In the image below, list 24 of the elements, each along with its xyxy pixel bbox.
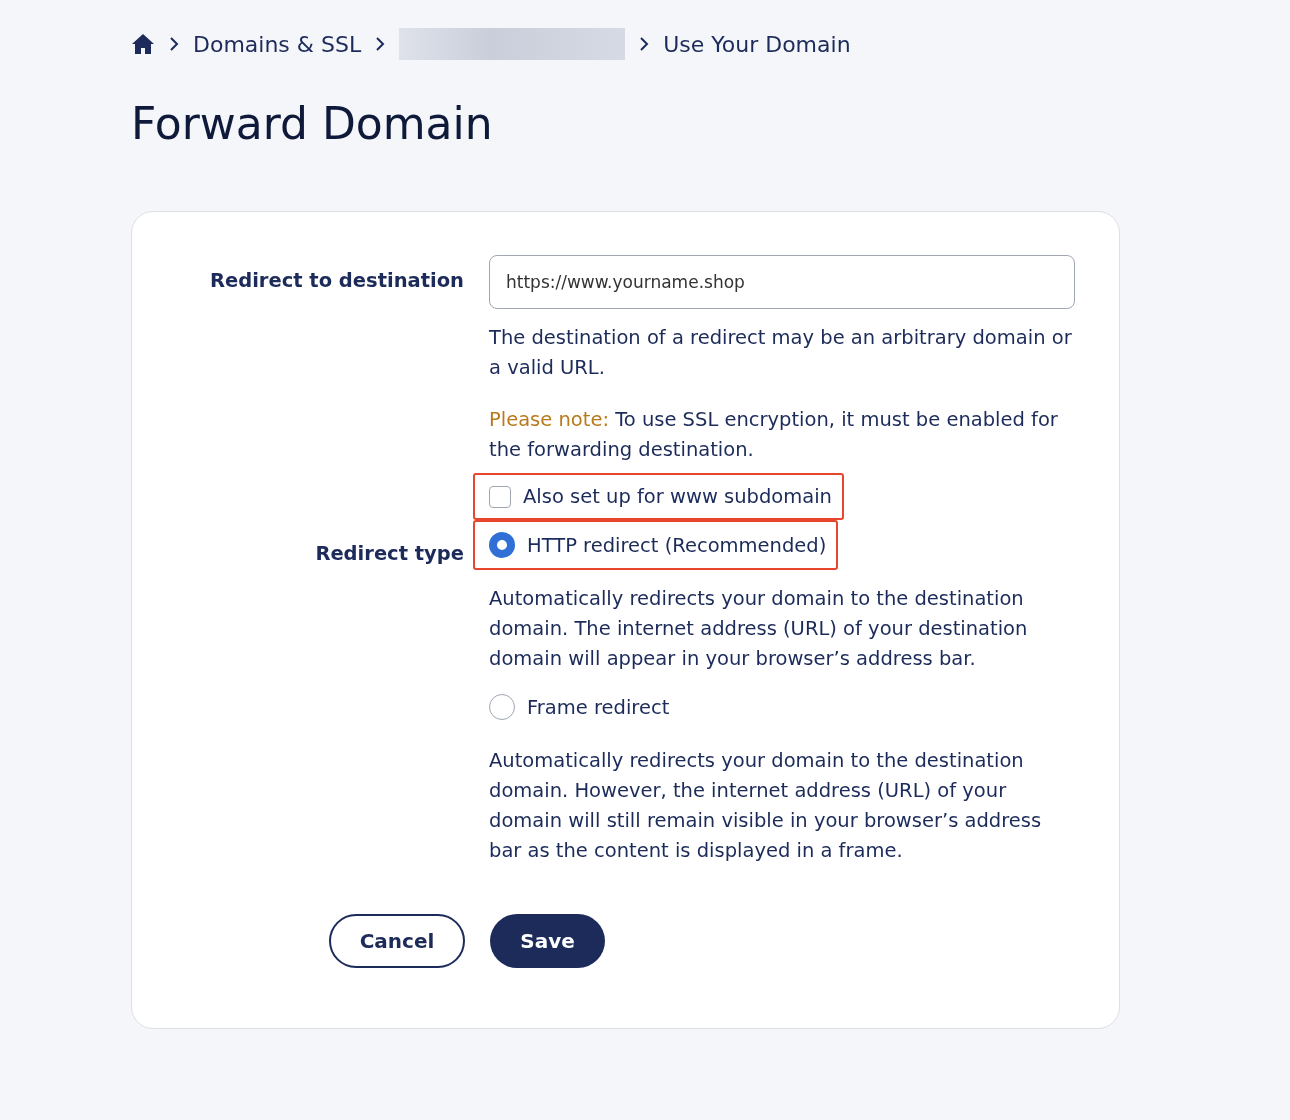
chevron-icon: [375, 36, 386, 52]
chevron-icon: [169, 36, 179, 52]
radio-label: HTTP redirect (Recommended): [527, 533, 827, 557]
checkbox-label: Also set up for www subdomain: [523, 485, 832, 508]
field-label: Redirect type: [314, 541, 464, 567]
checkbox-row[interactable]: Also set up for www subdomain: [473, 473, 844, 520]
save-button[interactable]: Save: [490, 914, 605, 968]
breadcrumb-link[interactable]: Domains & SSL: [193, 31, 362, 57]
page-title: Forward Domain: [131, 98, 494, 149]
field-label: Redirect to destination: [208, 268, 464, 294]
radio-row[interactable]: Frame redirect: [473, 682, 682, 732]
option-description: Automatically redirects your domain to the destination domain. The internet address (URL) of your destination domain will appear in your browser’s address bar.: [489, 586, 1029, 672]
radio-row[interactable]: HTTP redirect (Recommended): [473, 520, 839, 570]
help-text: The destination of a redirect may be an arbitrary domain or a valid URL.: [489, 325, 1073, 381]
radio-button[interactable]: [489, 532, 515, 558]
chevron-icon: [639, 36, 650, 52]
note-text: Please note: To use SSL encryption, it must be enabled for the forwarding destination.: [489, 407, 1059, 463]
option-description: Automatically redirects your domain to the destination domain. However, the internet address (URL) of your domain will still remain visible in your browser’s address bar as the content is displayed in a frame.: [489, 748, 1043, 864]
breadcrumb-current: Use Your Domain: [663, 31, 851, 57]
home-icon[interactable]: [131, 33, 155, 55]
checkbox[interactable]: [489, 485, 511, 508]
radio-label: Frame redirect: [527, 695, 670, 719]
cancel-button[interactable]: Cancel: [329, 914, 465, 968]
destination-input[interactable]: https://www.yourname.shop: [489, 255, 1075, 309]
